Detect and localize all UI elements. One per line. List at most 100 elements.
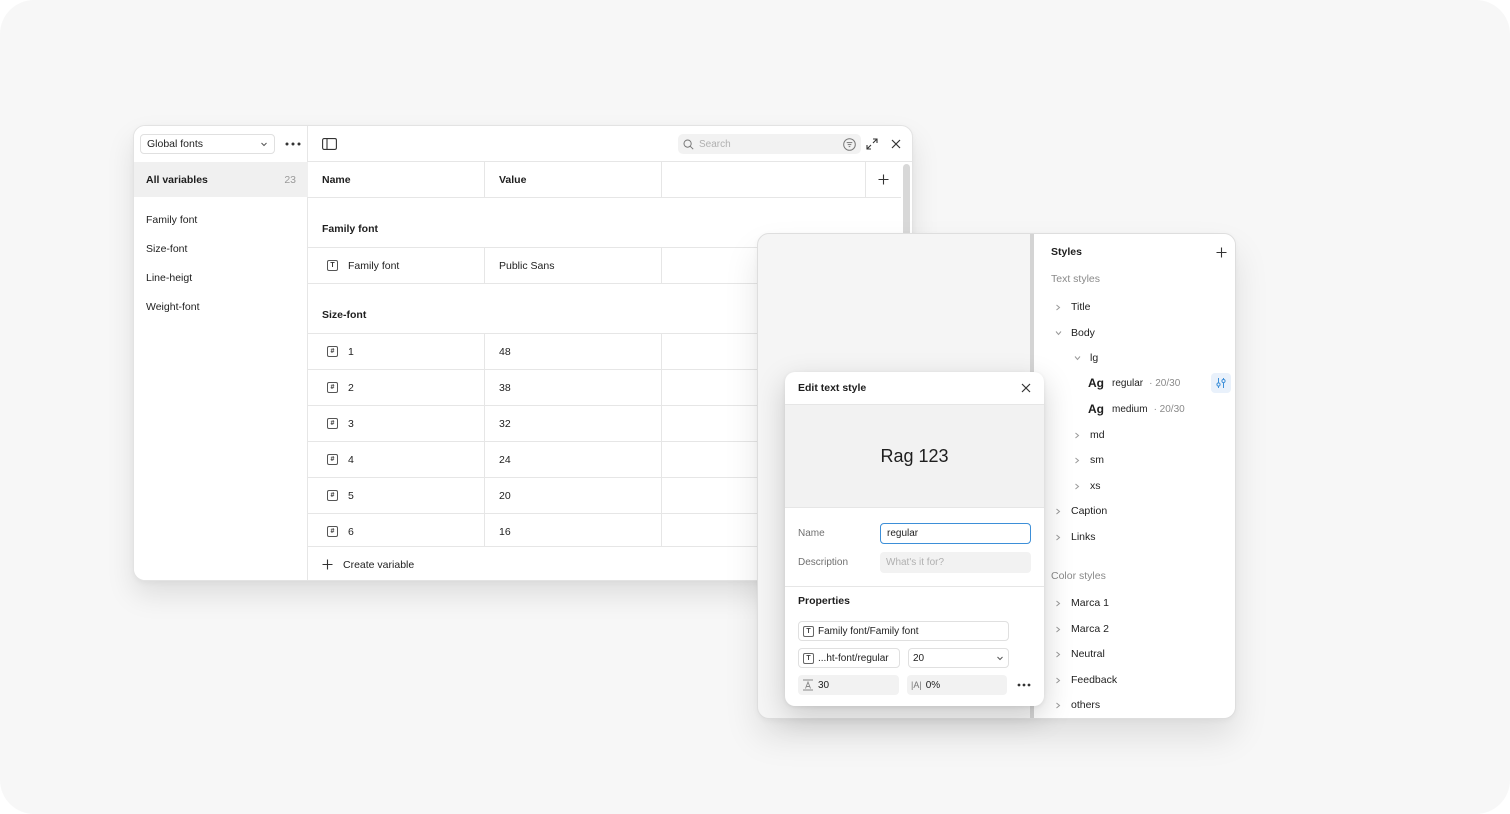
variable-value[interactable]: 20 [485, 478, 662, 513]
tree-item-caption[interactable]: Caption [1053, 500, 1107, 522]
color-styles-label: Color styles [1051, 570, 1106, 582]
variable-value[interactable]: 16 [485, 514, 662, 546]
tree-item-md[interactable]: md [1072, 424, 1105, 446]
tree-item-label: others [1071, 699, 1101, 711]
description-input[interactable] [880, 551, 1031, 573]
variable-name: 5 [348, 489, 354, 502]
plus-icon [322, 559, 333, 570]
expand-icon [866, 138, 878, 150]
create-variable-label: Create variable [343, 558, 415, 571]
name-input[interactable] [880, 522, 1031, 544]
variable-value[interactable]: Public Sans [485, 248, 662, 283]
number-type-icon: # [327, 418, 338, 429]
column-header-value[interactable]: Value [485, 162, 662, 197]
dialog-title: Edit text style [798, 382, 867, 394]
chevron-right-icon [1053, 534, 1063, 541]
tree-item-label: Links [1071, 531, 1096, 543]
collection-select-label: Global fonts [147, 138, 204, 150]
sidebar-item-label: Weight-font [146, 300, 200, 313]
property-row-weight-size: T ...ht-font/regular 20 [798, 648, 1031, 668]
styles-title: Styles [1051, 246, 1082, 258]
letter-spacing-field[interactable]: |A| 0% [907, 675, 1007, 695]
chevron-right-icon [1072, 483, 1082, 490]
font-family-field[interactable]: T Family font/Family font [798, 621, 1009, 641]
styles-panel: Styles Text styles Title Body lg Ag regu… [1034, 234, 1235, 718]
font-size-select[interactable]: 20 [908, 648, 1009, 668]
variable-name-cell: #1 [308, 334, 485, 369]
more-options-button[interactable] [284, 138, 302, 150]
name-label: Name [798, 527, 825, 539]
tree-item-label: Neutral [1071, 648, 1105, 660]
chevron-right-icon [1053, 626, 1063, 633]
variable-value[interactable]: 38 [485, 370, 662, 405]
sidebar-item-weight-font[interactable]: Weight-font [134, 292, 308, 321]
close-icon [1021, 383, 1031, 393]
tree-item-label: sm [1090, 454, 1104, 466]
tree-item-marca-1[interactable]: Marca 1 [1053, 592, 1109, 614]
expand-button[interactable] [865, 137, 879, 151]
variable-name: 4 [348, 453, 354, 466]
number-type-icon: # [327, 346, 338, 357]
style-item-regular[interactable]: Ag regular · 20/30 [1088, 372, 1231, 394]
variable-name: Family font [348, 259, 400, 272]
tree-item-label: md [1090, 429, 1105, 441]
tree-item-xs[interactable]: xs [1072, 475, 1101, 497]
variable-value[interactable]: 24 [485, 442, 662, 477]
letter-spacing-value: 0% [925, 679, 941, 691]
tree-item-body[interactable]: Body [1053, 322, 1095, 344]
sidebar-item-family-font[interactable]: Family font [134, 205, 308, 234]
tree-item-others[interactable]: others [1053, 694, 1100, 716]
variable-value[interactable]: 48 [485, 334, 662, 369]
plus-icon [878, 174, 889, 185]
more-properties-button[interactable] [1017, 683, 1031, 687]
variable-name-cell: #6 [308, 514, 485, 546]
tree-item-feedback[interactable]: Feedback [1053, 669, 1117, 691]
sidebar-item-size-font[interactable]: Size-font [134, 234, 308, 263]
add-column-button[interactable] [866, 162, 901, 197]
line-height-field[interactable]: 30 [798, 675, 899, 695]
edit-style-button[interactable] [1211, 373, 1231, 393]
all-variables-label: All variables [146, 173, 208, 186]
close-dialog-button[interactable] [1021, 383, 1031, 393]
tree-item-marca-2[interactable]: Marca 2 [1053, 618, 1109, 640]
variable-name: 6 [348, 525, 354, 538]
sidebar-item-line-height[interactable]: Line-heigt [134, 263, 308, 292]
font-weight-field[interactable]: T ...ht-font/regular [798, 648, 900, 668]
chevron-down-icon [1072, 355, 1082, 361]
tree-item-neutral[interactable]: Neutral [1053, 643, 1105, 665]
sidebar-toggle-icon [321, 138, 337, 150]
variables-sidebar: Global fonts All variables 23 Family fon… [134, 126, 308, 580]
variable-name: 1 [348, 345, 354, 358]
tree-item-label: Marca 2 [1071, 623, 1109, 635]
close-window-button[interactable] [889, 137, 903, 151]
tree-item-sm[interactable]: sm [1072, 449, 1104, 471]
text-style-preview-icon: Ag [1088, 402, 1104, 416]
search-icon [683, 139, 694, 150]
chevron-right-icon [1053, 508, 1063, 515]
tree-item-links[interactable]: Links [1053, 526, 1096, 548]
style-name: regular [1112, 377, 1144, 389]
chevron-right-icon [1053, 677, 1063, 684]
style-name: medium [1112, 403, 1148, 415]
sidebar-item-all-variables[interactable]: All variables 23 [134, 162, 308, 197]
collection-select[interactable]: Global fonts [140, 134, 275, 154]
sidebar-item-label: Size-font [146, 242, 188, 255]
column-header-name[interactable]: Name [308, 162, 485, 197]
plus-icon [1216, 247, 1227, 257]
search-input[interactable] [699, 138, 838, 150]
line-height-icon [803, 679, 813, 691]
description-field-row: Description [798, 551, 1031, 573]
variable-name: 2 [348, 381, 354, 394]
variable-value[interactable]: 32 [485, 406, 662, 441]
add-style-button[interactable] [1216, 247, 1227, 258]
filter-icon[interactable] [843, 137, 856, 151]
font-family-value: Family font/Family font [818, 625, 919, 637]
search-box [678, 134, 861, 154]
tree-item-lg[interactable]: lg [1072, 347, 1098, 369]
tree-item-label: Marca 1 [1071, 597, 1109, 609]
chevron-right-icon [1072, 432, 1082, 439]
style-item-medium[interactable]: Ag medium · 20/30 [1088, 398, 1231, 420]
chevron-down-icon [1053, 330, 1063, 336]
tree-item-title[interactable]: Title [1053, 296, 1090, 318]
toggle-sidebar-button[interactable] [320, 136, 338, 152]
